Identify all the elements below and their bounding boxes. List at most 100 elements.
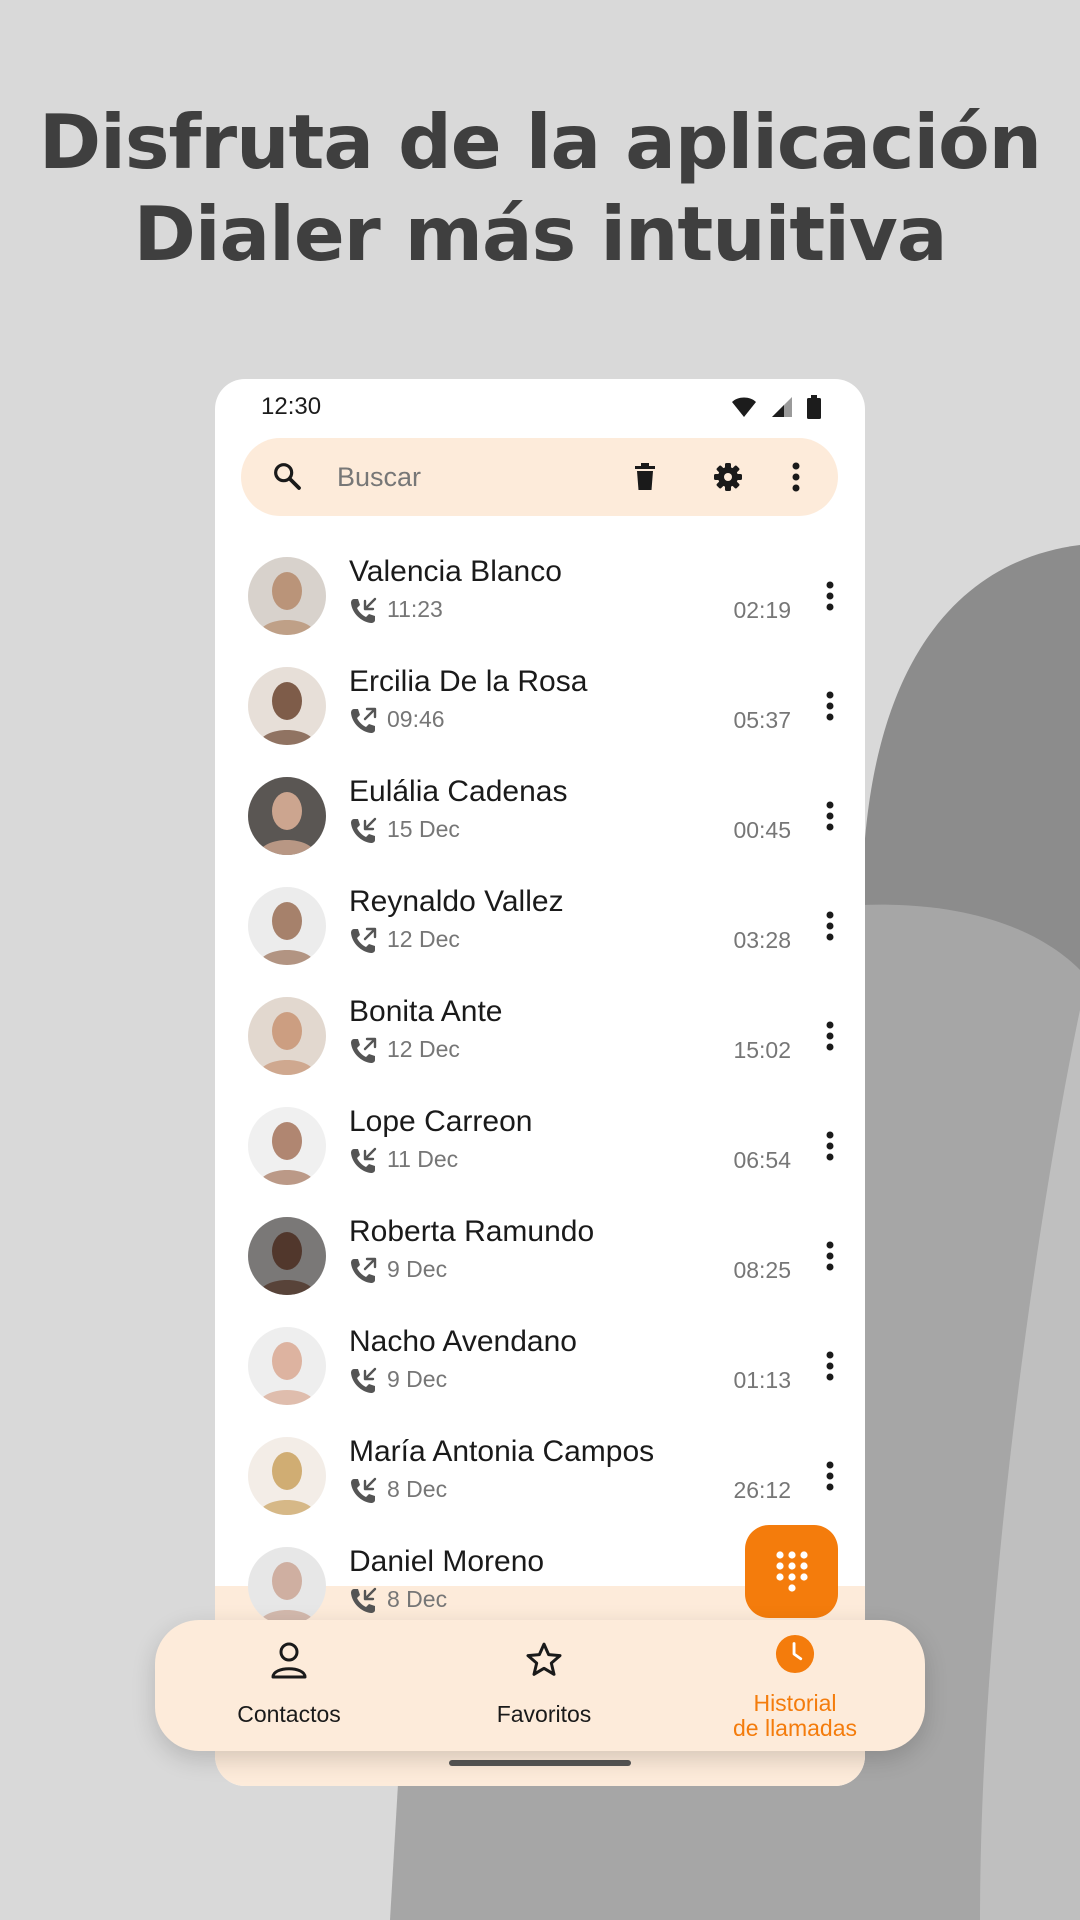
avatar[interactable] [248, 667, 326, 745]
star-icon [524, 1640, 564, 1680]
home-indicator[interactable] [449, 1760, 631, 1766]
row-more-button[interactable] [823, 1127, 837, 1165]
call-date: 8 Dec [387, 1476, 448, 1502]
row-more-button[interactable] [823, 1347, 837, 1385]
nav-item-contacts[interactable]: Contactos [179, 1620, 399, 1751]
more-vert-icon [826, 911, 834, 941]
signal-icon [772, 397, 792, 417]
avatar[interactable] [248, 1547, 326, 1625]
contact-name: Reynaldo Vallez [349, 885, 564, 918]
outgoing-call-icon [349, 705, 379, 740]
delete-button[interactable] [624, 456, 666, 498]
outgoing-call-icon [349, 1035, 379, 1070]
wifi-icon [732, 397, 756, 417]
contact-name: Bonita Ante [349, 995, 503, 1028]
call-duration: 03:28 [733, 927, 791, 953]
row-more-button[interactable] [823, 687, 837, 725]
contact-name: Roberta Ramundo [349, 1215, 595, 1248]
status-time: 12:30 [261, 393, 322, 420]
contact-name: Valencia Blanco [349, 555, 562, 588]
more-vert-icon [826, 1021, 834, 1051]
contact-name: Lope Carreon [349, 1105, 533, 1138]
more-vert-icon [826, 1241, 834, 1271]
avatar[interactable] [248, 1327, 326, 1405]
avatar[interactable] [248, 777, 326, 855]
row-more-button[interactable] [823, 907, 837, 945]
call-row[interactable]: Nacho Avendano 9 Dec 01:13 [215, 1321, 865, 1421]
call-row[interactable]: Reynaldo Vallez 12 Dec 03:28 [215, 881, 865, 981]
call-duration: 01:13 [733, 1367, 791, 1393]
contact-name: Eulália Cadenas [349, 775, 568, 808]
avatar[interactable] [248, 1217, 326, 1295]
dialpad-button[interactable] [745, 1525, 838, 1618]
call-row[interactable]: Ercilia De la Rosa 09:46 05:37 [215, 661, 865, 761]
headline-line-1: Disfruta de la aplicación [38, 98, 1042, 186]
outgoing-call-icon [349, 925, 379, 960]
call-date: 15 Dec [387, 816, 460, 842]
more-vert-icon [792, 462, 800, 492]
call-date: 09:46 [387, 706, 445, 732]
status-icons [731, 395, 821, 419]
call-date: 12 Dec [387, 926, 460, 952]
more-vert-icon [826, 1351, 834, 1381]
call-date: 11:23 [387, 596, 443, 622]
avatar[interactable] [248, 997, 326, 1075]
status-bar: 12:30 [215, 379, 865, 435]
contact-name: Daniel Moreno [349, 1545, 545, 1578]
row-more-button[interactable] [823, 1457, 837, 1495]
contact-name: Ercilia De la Rosa [349, 665, 588, 698]
call-row[interactable]: Bonita Ante 12 Dec 15:02 [215, 991, 865, 1091]
call-row[interactable]: María Antonia Campos 8 Dec 26:12 [215, 1431, 865, 1531]
call-duration: 08:25 [733, 1257, 791, 1283]
incoming-call-icon [349, 1365, 379, 1400]
headline-line-2: Dialer más intuitiva [133, 190, 948, 278]
nav-label-call-history: Historial de llamadas [685, 1691, 905, 1741]
call-row[interactable]: Lope Carreon 11 Dec 06:54 [215, 1101, 865, 1201]
avatar[interactable] [248, 557, 326, 635]
search-input[interactable] [337, 458, 597, 496]
outgoing-call-icon [349, 1255, 379, 1290]
incoming-call-icon [349, 595, 379, 630]
row-more-button[interactable] [823, 1237, 837, 1275]
settings-button[interactable] [707, 456, 749, 498]
call-row[interactable]: Eulália Cadenas 15 Dec 00:45 [215, 771, 865, 871]
search-bar[interactable] [241, 438, 838, 516]
call-duration: 00:45 [733, 817, 791, 843]
call-date: 9 Dec [387, 1256, 448, 1282]
avatar[interactable] [248, 887, 326, 965]
incoming-call-icon [349, 1585, 379, 1620]
person-icon [269, 1640, 309, 1680]
more-vert-icon [826, 691, 834, 721]
more-vert-icon [826, 581, 834, 611]
row-more-button[interactable] [823, 797, 837, 835]
call-row[interactable]: Roberta Ramundo 9 Dec 08:25 [215, 1211, 865, 1311]
more-vert-icon [826, 1131, 834, 1161]
more-options-button[interactable] [775, 456, 817, 498]
row-more-button[interactable] [823, 577, 837, 615]
more-vert-icon [826, 1461, 834, 1491]
incoming-call-icon [349, 815, 379, 850]
call-date: 8 Dec [387, 1586, 448, 1612]
call-date: 12 Dec [387, 1036, 460, 1062]
call-duration: 15:02 [733, 1037, 791, 1063]
bottom-navigation: Contactos Favoritos Historial de llamada… [155, 1620, 925, 1751]
call-duration: 02:19 [733, 597, 791, 623]
row-more-button[interactable] [823, 1017, 837, 1055]
avatar[interactable] [248, 1437, 326, 1515]
call-duration: 05:37 [733, 707, 791, 733]
battery-icon [807, 395, 821, 419]
call-duration: 26:12 [733, 1477, 791, 1503]
nav-item-call-history[interactable]: Historial de llamadas [685, 1620, 905, 1751]
avatar[interactable] [248, 1107, 326, 1185]
gear-icon [714, 463, 742, 491]
nav-item-favorites[interactable]: Favoritos [434, 1620, 654, 1751]
trash-icon [635, 463, 655, 490]
headline: Disfruta de la aplicación Dialer más int… [0, 96, 1080, 280]
nav-label-favorites: Favoritos [496, 1701, 592, 1727]
search-icon[interactable] [271, 460, 303, 492]
call-duration: 06:54 [733, 1147, 791, 1173]
call-date: 9 Dec [387, 1366, 448, 1392]
dialpad-icon [775, 1550, 808, 1592]
incoming-call-icon [349, 1145, 379, 1180]
call-row[interactable]: Valencia Blanco 11:23 02:19 [215, 551, 865, 651]
